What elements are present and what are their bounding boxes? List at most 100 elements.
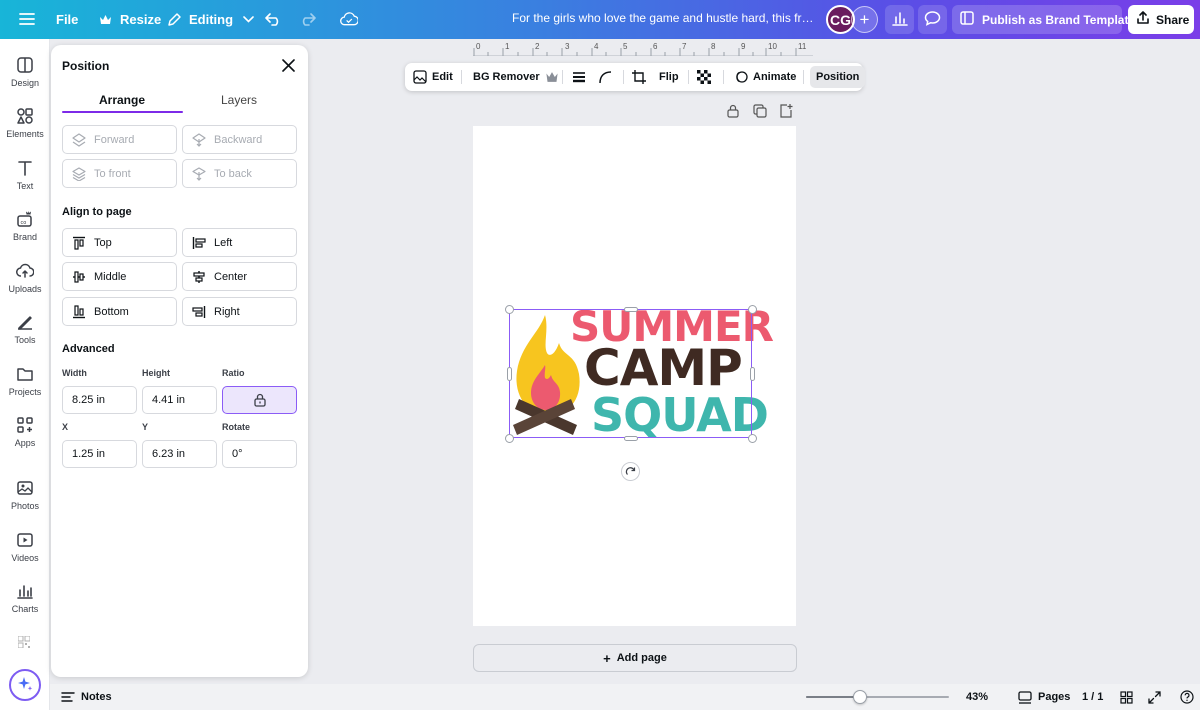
sidebar-item-uploads[interactable]: Uploads <box>0 262 50 306</box>
sidebar-item-charts[interactable]: Charts <box>0 582 50 626</box>
resize-handle-bottom-left[interactable] <box>505 434 514 443</box>
cloud-save-button[interactable] <box>332 4 366 34</box>
editing-mode-dropdown[interactable]: Editing <box>157 4 265 34</box>
lock-page-button[interactable] <box>727 104 741 118</box>
align-top-icon <box>73 236 85 250</box>
zoom-slider-fill <box>806 696 861 698</box>
position-button[interactable]: Position <box>810 66 866 88</box>
grid-view-icon <box>1120 690 1133 704</box>
animate-button[interactable]: Animate <box>734 63 796 91</box>
sidebar-item-tools[interactable]: Tools <box>0 313 50 357</box>
duplicate-icon <box>753 104 767 118</box>
align-right-button[interactable]: Right <box>182 297 297 326</box>
sidebar-item-text[interactable]: Text <box>0 159 50 203</box>
zoom-slider-thumb[interactable] <box>853 690 868 704</box>
sidebar-item-projects[interactable]: Projects <box>0 365 50 409</box>
fullscreen-button[interactable] <box>1148 684 1161 710</box>
resize-handle-bottom[interactable] <box>624 436 638 441</box>
sidebar-item-label: Elements <box>6 129 44 139</box>
x-input[interactable] <box>62 440 137 468</box>
corner-rounding-button[interactable] <box>598 63 612 91</box>
grid-view-button[interactable] <box>1120 684 1133 710</box>
sidebar-item-photos[interactable]: Photos <box>0 479 50 523</box>
backward-button[interactable]: Backward <box>182 125 297 154</box>
rotate-input[interactable] <box>222 440 297 468</box>
transparency-button[interactable] <box>697 63 711 91</box>
qr-code-icon[interactable] <box>17 635 31 649</box>
page-actions <box>727 104 793 118</box>
to-front-button[interactable]: To front <box>62 159 177 188</box>
border-style-button[interactable] <box>572 63 586 91</box>
main-menu-button[interactable] <box>10 4 44 34</box>
to-back-button[interactable]: To back <box>182 159 297 188</box>
align-center-button[interactable]: Center <box>182 262 297 291</box>
crop-button[interactable] <box>632 63 646 91</box>
to-front-icon <box>72 166 86 181</box>
width-input[interactable] <box>62 386 137 414</box>
undo-button[interactable] <box>256 4 290 34</box>
bar-chart-icon <box>891 11 908 29</box>
align-top-label: Top <box>94 236 112 249</box>
align-left-icon <box>192 236 206 249</box>
rotate-handle[interactable] <box>621 462 640 481</box>
resize-handle-top-left[interactable] <box>505 305 514 314</box>
help-button[interactable] <box>1180 684 1194 710</box>
sidebar-item-design[interactable]: Design <box>0 56 50 100</box>
resize-handle-left[interactable] <box>507 367 512 381</box>
lock-icon <box>253 393 266 407</box>
align-middle-button[interactable]: Middle <box>62 262 177 291</box>
top-bar: File Resize Editing For the girls who lo… <box>0 0 1200 39</box>
tab-layers[interactable]: Layers <box>179 93 299 107</box>
cloud-check-icon <box>340 10 358 28</box>
duplicate-page-button[interactable] <box>753 104 767 118</box>
notes-button[interactable]: Notes <box>61 684 112 710</box>
tab-arrange[interactable]: Arrange <box>62 93 182 107</box>
edit-image-button[interactable]: Edit <box>413 63 453 91</box>
document-title[interactable]: For the girls who love the game and hust… <box>512 11 814 25</box>
magic-assistant-button[interactable] <box>9 669 41 701</box>
avatar-initials: CG <box>830 11 851 28</box>
help-icon <box>1180 690 1194 704</box>
resize-handle-top-right[interactable] <box>748 305 757 314</box>
file-menu-button[interactable]: File <box>48 4 86 34</box>
align-bottom-icon <box>73 304 85 318</box>
sidebar-item-label: Text <box>16 181 34 191</box>
notes-icon <box>61 692 75 702</box>
close-panel-button[interactable] <box>280 57 296 73</box>
comments-button[interactable] <box>918 5 947 34</box>
height-input[interactable] <box>142 386 217 414</box>
forward-button[interactable]: Forward <box>62 125 177 154</box>
sidebar-item-label: Projects <box>8 387 42 397</box>
align-bottom-button[interactable]: Bottom <box>62 297 177 326</box>
flip-button[interactable]: Flip <box>659 63 679 91</box>
resize-handle-bottom-right[interactable] <box>748 434 757 443</box>
tools-icon <box>18 316 32 330</box>
edit-image-icon <box>413 70 427 84</box>
sidebar-item-brand[interactable]: co Brand <box>0 210 50 254</box>
zoom-level[interactable]: 43% <box>966 684 988 710</box>
sidebar-item-videos[interactable]: Videos <box>0 531 50 575</box>
sidebar-item-elements[interactable]: Elements <box>0 107 50 151</box>
active-tab-indicator <box>62 111 183 113</box>
lock-ratio-button[interactable] <box>222 386 297 414</box>
resize-handle-top[interactable] <box>624 307 638 312</box>
sidebar-item-apps[interactable]: Apps <box>0 416 50 460</box>
publish-brand-template-button[interactable]: Publish as Brand Template <box>952 5 1135 34</box>
share-button[interactable]: Share <box>1128 5 1194 34</box>
align-left-button[interactable]: Left <box>182 228 297 257</box>
share-label: Share <box>1156 12 1190 27</box>
invite-collaborator-button[interactable]: + <box>851 6 878 33</box>
y-input[interactable] <box>142 440 217 468</box>
forward-label: Forward <box>94 133 135 146</box>
to-front-label: To front <box>94 167 131 180</box>
align-top-button[interactable]: Top <box>62 228 177 257</box>
page-counter[interactable]: 1 / 1 <box>1082 684 1103 710</box>
fullscreen-icon <box>1148 690 1161 704</box>
resize-handle-right[interactable] <box>750 367 755 381</box>
add-page-button[interactable]: + Add page <box>473 644 797 672</box>
pages-button[interactable]: Pages <box>1018 684 1070 710</box>
redo-button[interactable] <box>290 4 324 34</box>
add-page-mini-button[interactable] <box>779 104 793 118</box>
bg-remover-button[interactable]: BG Remover <box>473 63 559 91</box>
insights-button[interactable] <box>885 5 914 34</box>
